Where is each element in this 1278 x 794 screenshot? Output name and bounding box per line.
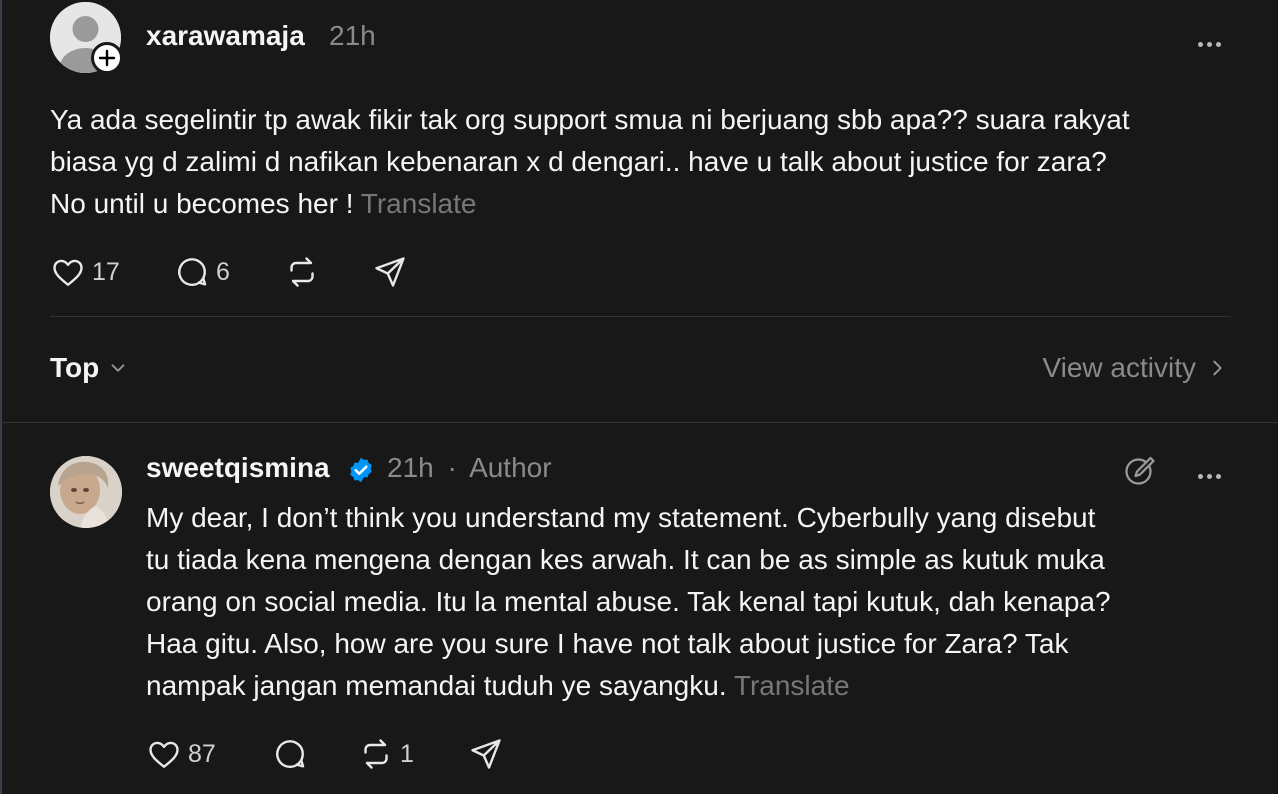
reply-button[interactable]: 6 bbox=[174, 254, 230, 290]
reply-like-button[interactable]: 87 bbox=[146, 736, 216, 772]
heart-icon bbox=[53, 259, 83, 286]
edit-icon[interactable] bbox=[1122, 452, 1158, 488]
more-options-icon[interactable] bbox=[1198, 34, 1228, 47]
reply-share-button[interactable] bbox=[468, 736, 504, 772]
post-text: Ya ada segelintir tp awak fikir tak org … bbox=[50, 104, 1130, 219]
reply-comment-button[interactable] bbox=[272, 736, 308, 772]
reply-timestamp[interactable]: 21h bbox=[387, 452, 434, 483]
post-timestamp[interactable]: 21h bbox=[329, 20, 376, 52]
sort-dropdown[interactable]: Top bbox=[50, 352, 129, 384]
meta-separator: · bbox=[447, 452, 457, 483]
comment-icon bbox=[178, 258, 207, 287]
view-activity-label: View activity bbox=[1042, 352, 1196, 383]
reply-repost-count: 1 bbox=[400, 739, 414, 768]
reply-more-options-icon[interactable] bbox=[1198, 466, 1228, 479]
chevron-down-icon bbox=[111, 364, 125, 372]
chevron-right-icon bbox=[1213, 360, 1222, 376]
reply-text: My dear, I don’t think you understand my… bbox=[146, 502, 1111, 701]
reply-translate-link[interactable]: Translate bbox=[734, 670, 850, 701]
verified-badge-icon bbox=[350, 457, 372, 483]
post-username[interactable]: xarawamaja bbox=[146, 20, 305, 52]
divider bbox=[50, 316, 1231, 317]
reply-username[interactable]: sweetqismina bbox=[146, 452, 330, 484]
share-button[interactable] bbox=[372, 254, 408, 290]
section-divider bbox=[0, 422, 1278, 423]
comment-icon bbox=[276, 740, 305, 769]
repost-button[interactable] bbox=[284, 254, 320, 290]
view-activity-link[interactable]: View activity bbox=[1042, 352, 1228, 384]
send-icon bbox=[471, 739, 501, 769]
reply-body: My dear, I don’t think you understand my… bbox=[146, 497, 1246, 707]
translate-link[interactable]: Translate bbox=[361, 188, 477, 219]
like-button[interactable]: 17 bbox=[50, 254, 120, 290]
follow-plus-icon[interactable] bbox=[91, 42, 123, 74]
repost-icon bbox=[364, 739, 388, 769]
reply-like-count: 87 bbox=[188, 739, 216, 768]
send-icon bbox=[375, 257, 405, 287]
sort-label: Top bbox=[50, 352, 100, 383]
thread-page: xarawamaja 21h Ya ada segelintir tp awak… bbox=[0, 0, 1278, 794]
heart-icon bbox=[149, 741, 179, 768]
reply-count: 6 bbox=[216, 257, 230, 286]
post-body: Ya ada segelintir tp awak fikir tak org … bbox=[50, 99, 1250, 225]
author-label: Author bbox=[469, 452, 552, 483]
reply-repost-button[interactable]: 1 bbox=[358, 736, 414, 772]
like-count: 17 bbox=[92, 257, 120, 286]
reply-meta: 21h · Author bbox=[387, 452, 552, 484]
window-edge bbox=[0, 0, 2, 794]
reply-avatar[interactable] bbox=[50, 456, 122, 528]
repost-icon bbox=[290, 257, 314, 287]
